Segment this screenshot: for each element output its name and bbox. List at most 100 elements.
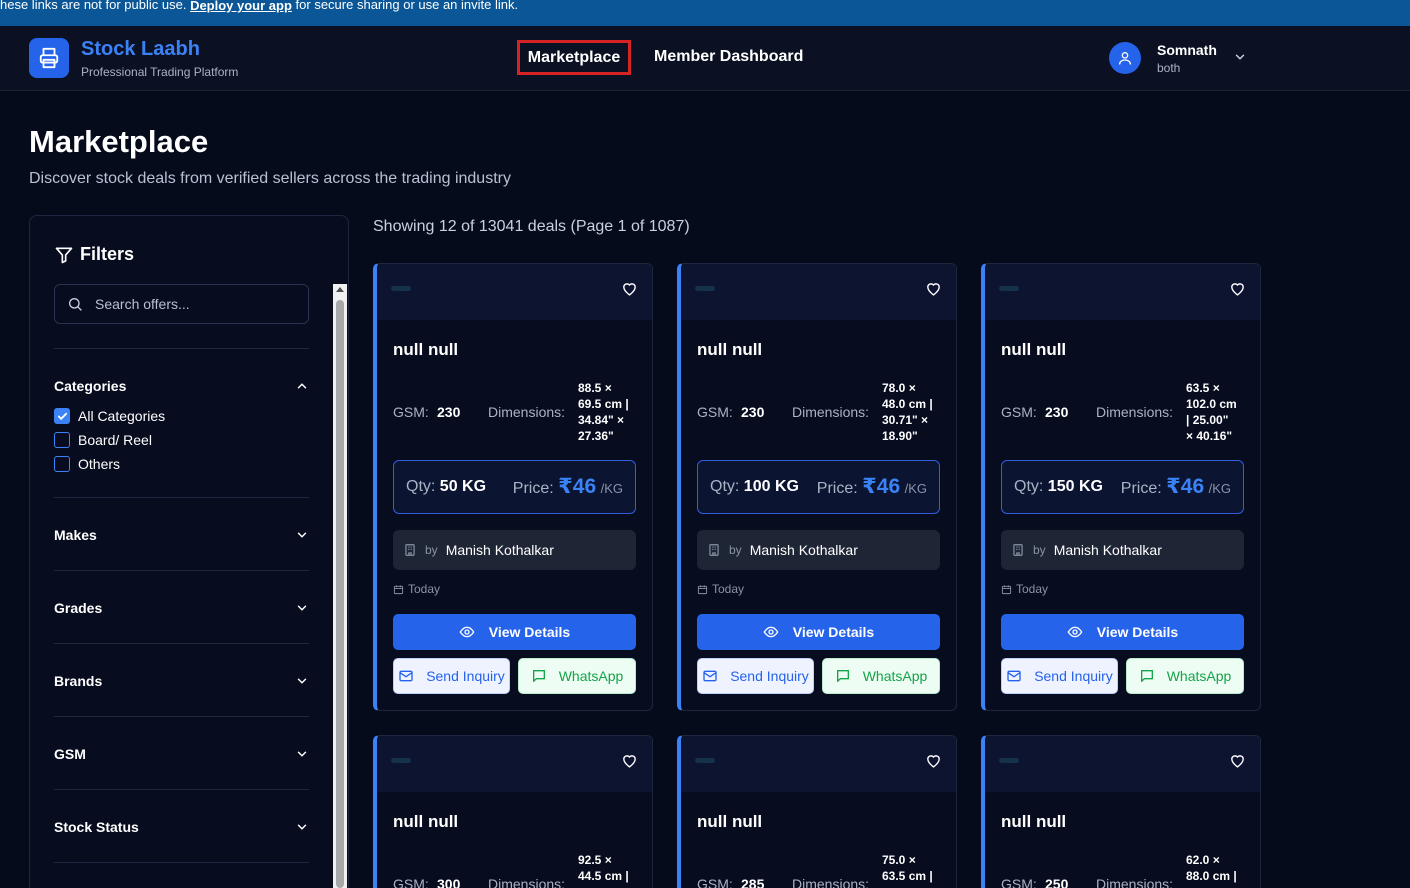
view-details-button[interactable]: View Details bbox=[393, 614, 636, 650]
gsm-label: GSM: bbox=[697, 876, 733, 888]
calendar-icon bbox=[697, 584, 708, 594]
price: Price: ₹46 /KG bbox=[512, 475, 623, 498]
dimensions-label: Dimensions: bbox=[488, 404, 566, 420]
gsm-label: GSM: bbox=[697, 404, 733, 420]
category-board-reel[interactable]: Board/ Reel bbox=[54, 432, 152, 448]
user-name[interactable]: Somnath bbox=[1157, 42, 1217, 58]
filter-gsm[interactable]: GSM bbox=[54, 744, 309, 764]
filter-icon bbox=[55, 247, 73, 263]
search-field[interactable] bbox=[54, 284, 309, 324]
dimensions-label: Dimensions: bbox=[1096, 876, 1174, 888]
user-icon bbox=[1119, 52, 1131, 65]
search-input[interactable] bbox=[95, 296, 295, 312]
posted-date: Today bbox=[393, 582, 440, 596]
mail-icon bbox=[1007, 670, 1021, 682]
view-details-button[interactable]: View Details bbox=[1001, 614, 1244, 650]
gsm-value: 300 bbox=[437, 876, 461, 888]
checkbox-checked[interactable] bbox=[54, 408, 70, 424]
chevron-down-icon bbox=[297, 751, 307, 757]
view-details-button[interactable]: View Details bbox=[697, 614, 940, 650]
seller-info[interactable]: by Manish Kothalkar bbox=[1001, 530, 1244, 570]
deal-card: null null GSM: 300 Dimensions: 92.5 × 44.… bbox=[373, 735, 653, 888]
heart-icon[interactable] bbox=[1229, 752, 1246, 769]
card-image-area bbox=[985, 264, 1260, 320]
printer-icon bbox=[39, 47, 59, 69]
chevron-down-icon bbox=[297, 678, 307, 684]
scroll-up-arrow[interactable] bbox=[336, 287, 344, 292]
send-inquiry-button[interactable]: Send Inquiry bbox=[697, 658, 814, 694]
status-badge bbox=[695, 286, 715, 291]
quantity: Qty: 100 KG bbox=[710, 478, 799, 495]
deal-card: null null GSM: 250 Dimensions: 62.0 × 88.… bbox=[981, 735, 1261, 888]
whatsapp-button[interactable]: WhatsApp bbox=[822, 658, 940, 694]
deal-card: null null GSM: 230 Dimensions: 63.5 × 102… bbox=[981, 263, 1261, 711]
price: Price: ₹46 /KG bbox=[816, 475, 927, 498]
heart-icon[interactable] bbox=[925, 752, 942, 769]
gsm-label: GSM: bbox=[1001, 404, 1037, 420]
seller-info[interactable]: by Manish Kothalkar bbox=[697, 530, 940, 570]
categories-toggle[interactable]: Categories bbox=[54, 376, 309, 396]
avatar[interactable] bbox=[1109, 42, 1141, 74]
status-badge bbox=[391, 286, 411, 291]
whatsapp-button[interactable]: WhatsApp bbox=[518, 658, 636, 694]
seller-name: Manish Kothalkar bbox=[445, 542, 554, 558]
qty-price-box: Qty: 150 KG Price: ₹46 /KG bbox=[1001, 460, 1244, 514]
divider bbox=[54, 348, 309, 349]
heart-icon[interactable] bbox=[925, 280, 942, 297]
deal-title: null null bbox=[1001, 340, 1067, 359]
nav-member-dashboard[interactable]: Member Dashboard bbox=[654, 48, 803, 66]
send-inquiry-button[interactable]: Send Inquiry bbox=[393, 658, 510, 694]
gsm-value: 230 bbox=[437, 404, 461, 420]
deal-specs: GSM: 230 Dimensions: 78.0 × 48.0 cm | 30.7… bbox=[697, 380, 947, 443]
filter-makes[interactable]: Makes bbox=[54, 525, 309, 545]
logo[interactable] bbox=[29, 38, 69, 78]
checkbox[interactable] bbox=[54, 432, 70, 448]
calendar-icon bbox=[393, 584, 404, 594]
category-others[interactable]: Others bbox=[54, 456, 120, 472]
gsm-value: 230 bbox=[741, 404, 765, 420]
gsm-label: GSM: bbox=[1001, 876, 1037, 888]
filter-brands[interactable]: Brands bbox=[54, 671, 309, 691]
card-image-area bbox=[681, 264, 956, 320]
section-label: Makes bbox=[54, 527, 97, 543]
filters-heading: Filters bbox=[54, 244, 134, 265]
chevron-down-icon bbox=[297, 605, 307, 611]
divider bbox=[54, 716, 309, 717]
dimensions-value: 78.0 × 48.0 cm | 30.71" × 18.90" bbox=[882, 381, 933, 443]
category-label: All Categories bbox=[78, 408, 166, 424]
heart-icon[interactable] bbox=[621, 752, 638, 769]
section-label: Stock Status bbox=[54, 819, 139, 835]
deal-title: null null bbox=[697, 812, 763, 831]
heart-icon[interactable] bbox=[621, 280, 638, 297]
qty-price-box: Qty: 50 KG Price: ₹46 /KG bbox=[393, 460, 636, 514]
checkbox[interactable] bbox=[54, 456, 70, 472]
deploy-link[interactable]: Deploy your app bbox=[190, 0, 292, 13]
message-icon bbox=[836, 670, 849, 682]
nav-marketplace[interactable]: Marketplace bbox=[517, 40, 631, 75]
chevron-down-icon[interactable] bbox=[1233, 50, 1247, 64]
page-title: Marketplace bbox=[29, 124, 209, 159]
gsm-value: 230 bbox=[1045, 404, 1069, 420]
filter-grades[interactable]: Grades bbox=[54, 598, 309, 618]
building-icon bbox=[709, 544, 719, 556]
dimensions-label: Dimensions: bbox=[1096, 404, 1174, 420]
eye-icon bbox=[1067, 626, 1083, 638]
heart-icon[interactable] bbox=[1229, 280, 1246, 297]
whatsapp-button[interactable]: WhatsApp bbox=[1126, 658, 1244, 694]
calendar-icon bbox=[1001, 584, 1012, 594]
brand-tagline: Professional Trading Platform bbox=[81, 65, 239, 79]
category-all[interactable]: All Categories bbox=[54, 408, 165, 424]
chevron-down-icon bbox=[297, 532, 307, 538]
brand-name[interactable]: Stock Laabh bbox=[81, 38, 200, 61]
send-inquiry-button[interactable]: Send Inquiry bbox=[1001, 658, 1118, 694]
dimensions-label: Dimensions: bbox=[792, 404, 870, 420]
divider bbox=[54, 862, 309, 863]
dimensions-value: 92.5 × 44.5 cm | bbox=[578, 853, 629, 883]
status-badge bbox=[999, 758, 1019, 763]
deal-specs: GSM: 300 Dimensions: 92.5 × 44.5 cm | bbox=[393, 852, 643, 888]
seller-info[interactable]: by Manish Kothalkar bbox=[393, 530, 636, 570]
deal-card: null null GSM: 285 Dimensions: 75.0 × 63.… bbox=[677, 735, 957, 888]
filter-stock-status[interactable]: Stock Status bbox=[54, 817, 309, 837]
eye-icon bbox=[459, 626, 475, 638]
scrollbar-thumb[interactable] bbox=[336, 300, 344, 888]
